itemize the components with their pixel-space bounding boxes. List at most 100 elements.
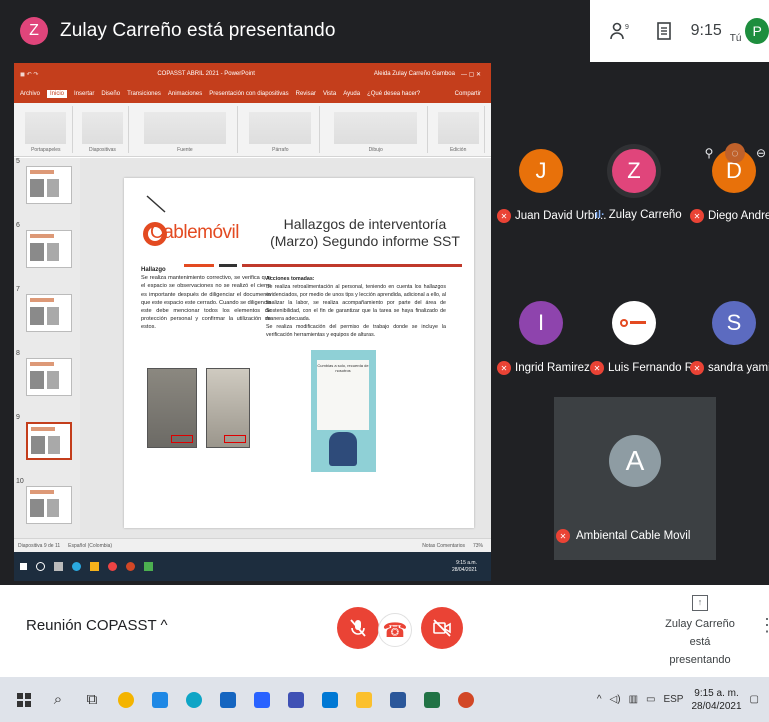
slide-thumbnail-selected[interactable] (26, 422, 72, 460)
hallazgo-text: Se realiza mantenimiento correctivo, se … (141, 275, 271, 331)
slide-thumbnail[interactable] (26, 166, 72, 204)
windows-start-icon[interactable] (10, 686, 38, 714)
slide-thumbnail[interactable] (26, 294, 72, 332)
participant-name: ✕ Ingrid Ramirez (497, 361, 595, 375)
app-icon (144, 562, 153, 571)
language-indicator[interactable]: ESP (663, 694, 683, 705)
slide-thumbnail[interactable] (26, 358, 72, 396)
people-icon[interactable]: 9 (608, 17, 633, 45)
ribbon-tab[interactable]: Insertar (74, 91, 94, 97)
ribbon-tab[interactable]: Animaciones (168, 91, 202, 97)
mail-icon[interactable] (248, 686, 276, 714)
battery-icon[interactable]: ▭ (646, 694, 655, 705)
people-app-icon[interactable] (282, 686, 310, 714)
excel-icon[interactable] (418, 686, 446, 714)
user-avatar[interactable]: P (745, 18, 769, 44)
mic-off-icon: ✕ (497, 209, 511, 223)
word-icon[interactable] (384, 686, 412, 714)
more-options-icon[interactable]: ⋮ (758, 615, 769, 636)
meet-stage: Z Zulay Carreño está presentando 9 9:15 … (0, 0, 769, 585)
pin-icon[interactable]: ⚲ (699, 143, 719, 163)
shared-taskbar: 9:15 a.m. 28/04/2021 (14, 552, 491, 581)
main-participant-tile[interactable]: A ✕ Ambiental Cable Movil (554, 397, 716, 560)
presenter-avatar: Z (20, 17, 48, 45)
thumb-number: 10 (16, 478, 24, 485)
ribbon-tab[interactable]: ¿Qué desea hacer? (367, 91, 420, 97)
acciones-text: Se realiza retroalimentación al personal… (266, 284, 446, 322)
remove-icon[interactable]: ⊖ (751, 143, 769, 163)
ribbon-tab[interactable]: Transiciones (127, 91, 161, 97)
language-status: Español (Colombia) (68, 542, 113, 549)
mic-off-icon: ✕ (690, 361, 704, 375)
chrome-icon (108, 562, 117, 571)
participant-name: ıl· Zulay Carreño (595, 209, 682, 221)
thumb-number: 5 (16, 158, 20, 165)
window-title: COPASST ABRIL 2021 - PowerPoint (157, 71, 255, 77)
acciones-heading: Acciones tomadas: (266, 276, 315, 282)
notifications-icon[interactable]: ▢ (750, 694, 759, 705)
search-icon[interactable]: ⌕ (44, 686, 72, 714)
hallazgo-block: Hallazgo Se realiza mantenimiento correc… (141, 266, 271, 332)
system-tray: ^ ◁) ▥ ▭ ESP 9:15 a. m. 28/04/2021 ▢ (597, 677, 759, 722)
mic-toggle-button[interactable] (337, 607, 379, 649)
chevron-up-icon: ^ (160, 617, 168, 634)
slide-counter: Diapositiva 9 de 11 (18, 542, 61, 549)
shared-clock: 9:15 a.m. 28/04/2021 (451, 559, 477, 573)
window-controls: — ▢ ✕ (460, 71, 481, 78)
powerpoint-icon[interactable] (452, 686, 480, 714)
ribbon-tab-active[interactable]: Inicio (47, 90, 68, 98)
camera-toggle-button[interactable] (421, 607, 463, 649)
participant-avatar: Z (612, 149, 656, 193)
chrome-icon[interactable] (112, 686, 140, 714)
ribbon-group: Fuente (133, 106, 238, 153)
edge-icon[interactable] (180, 686, 208, 714)
meet-control-bar: Reunión COPASST ^ ☎ ↑ Zulay Carreño está… (0, 585, 769, 677)
thumb-number: 9 (16, 414, 20, 421)
hang-up-button[interactable]: ☎ (378, 613, 412, 647)
tray-arrow-icon[interactable]: ^ (597, 694, 602, 705)
participant-avatar-logo (612, 301, 656, 345)
file-explorer-icon[interactable] (146, 686, 174, 714)
thumb-number: 6 (16, 222, 20, 229)
ribbon-tab[interactable]: Revisar (296, 91, 316, 97)
slide-thumbnail[interactable] (26, 486, 72, 524)
acciones-block: Acciones tomadas: Se realiza retroalimen… (266, 275, 446, 339)
ribbon-tab[interactable]: Presentación con diapositivas (209, 91, 288, 97)
slide-thumbnail[interactable] (26, 230, 72, 268)
ribbon-tab[interactable]: Archivo (20, 91, 40, 97)
network-icon[interactable]: ▥ (629, 694, 638, 705)
participant-tile[interactable]: I ✕ Ingrid Ramirez (497, 295, 590, 383)
poster-title: Cumbias a solo, recuerda de nosotros (317, 363, 369, 373)
ribbon-tab[interactable]: Vista (323, 91, 336, 97)
system-clock[interactable]: 9:15 a. m. 28/04/2021 (691, 687, 741, 713)
ribbon-group: Diapositivas (77, 106, 130, 153)
share-button[interactable]: Compartir (455, 91, 491, 97)
files-icon[interactable] (350, 686, 378, 714)
ribbon-tab[interactable]: Ayuda (343, 91, 360, 97)
main-participant-name: ✕ Ambiental Cable Movil (556, 529, 690, 543)
mic-off-icon: ✕ (590, 361, 604, 375)
participant-tile[interactable]: J ✕ Juan David Urbi... (497, 143, 606, 231)
taskview-icon[interactable]: ⧉ (78, 686, 106, 714)
store-icon[interactable] (214, 686, 242, 714)
notes-comments[interactable]: Notas Comentarios (422, 543, 465, 549)
participant-tile[interactable]: Z ıl· Zulay Carreño (590, 143, 682, 231)
ribbon-tab[interactable]: Diseño (101, 91, 120, 97)
participant-tile[interactable]: ✕ Luis Fernando R... (590, 295, 703, 383)
participant-name: ✕Diego Andres A... (690, 209, 769, 223)
chat-icon[interactable] (651, 17, 676, 45)
thumb-number: 7 (16, 286, 20, 293)
logo-text: Cablemóvil (150, 222, 239, 243)
top-right-controls: 9 9:15 Tú P (590, 0, 769, 62)
volume-icon[interactable]: ◁) (610, 694, 621, 705)
slide-thumbnails: 5 6 7 8 9 10 (14, 158, 80, 538)
current-slide[interactable]: Cablemóvil Hallazgos de interventoría (M… (124, 178, 474, 528)
safety-poster: Cumbias a solo, recuerda de nosotros (311, 350, 376, 472)
outlook-icon[interactable] (316, 686, 344, 714)
presenting-indicator[interactable]: ↑ Zulay Carreño está presentando (660, 593, 740, 669)
mute-participant-icon[interactable]: ◌ (725, 143, 745, 163)
participant-name: ✕sandra yamile c... (690, 361, 769, 375)
zoom-level[interactable]: 73% (473, 543, 491, 549)
participant-tile[interactable]: S ✕sandra yamile c... (690, 295, 769, 383)
meeting-details[interactable]: Reunión COPASST ^ (26, 617, 168, 634)
